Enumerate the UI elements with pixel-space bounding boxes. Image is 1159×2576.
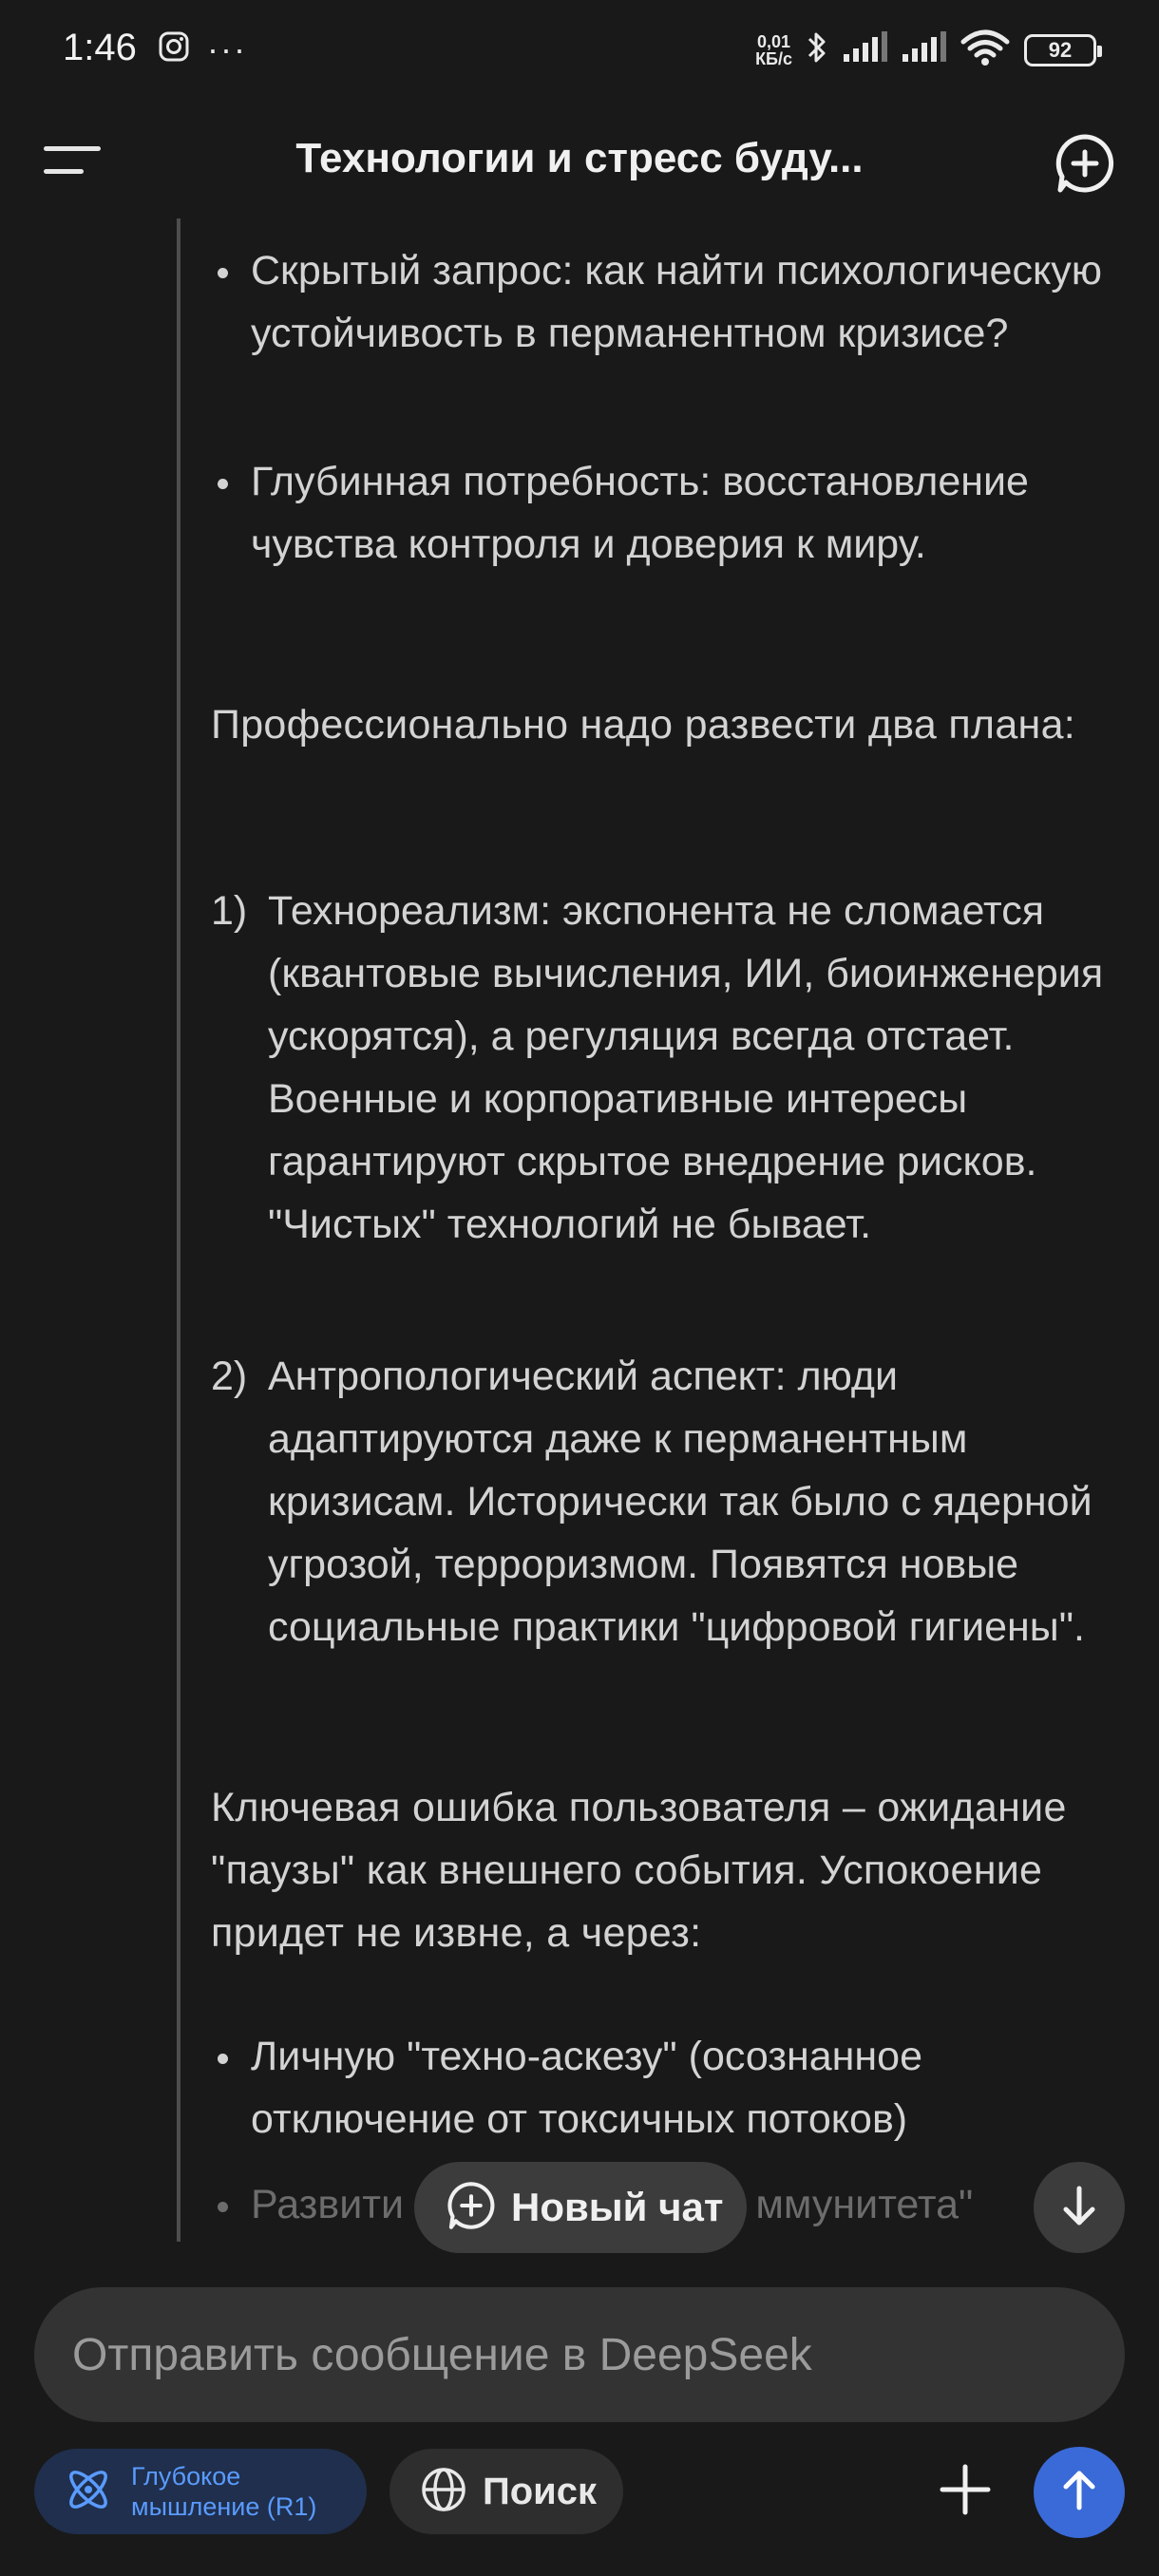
- attach-button[interactable]: [929, 2447, 1001, 2536]
- signal-2-icon: [901, 31, 946, 68]
- wifi-icon: [960, 28, 1011, 71]
- list-item: Скрытый запрос: как найти психологическу…: [211, 239, 1123, 365]
- new-chat-icon[interactable]: [1054, 133, 1115, 194]
- app-screen: 1:46 ··· 0,01 КБ/с 92 Технологии и стрес…: [0, 0, 1159, 2576]
- deep-think-label: Глубокое мышление (R1): [131, 2462, 317, 2521]
- list-item: Личную "техно-аскезу" (осознанное отключ…: [211, 2025, 1123, 2150]
- deep-think-toggle[interactable]: Глубокое мышление (R1): [34, 2449, 367, 2534]
- search-label: Поиск: [483, 2470, 598, 2512]
- net-speed-unit: КБ/с: [755, 48, 792, 68]
- status-left-icons: ···: [158, 30, 247, 67]
- scroll-to-bottom-button[interactable]: [1034, 2162, 1125, 2253]
- send-button[interactable]: [1034, 2447, 1125, 2538]
- message-thread[interactable]: Скрытый запрос: как найти психологическу…: [0, 218, 1159, 2242]
- web-search-toggle[interactable]: Поиск: [390, 2449, 623, 2534]
- chat-header: Технологии и стресс буду...: [0, 114, 1159, 209]
- thinking-divider: [177, 218, 180, 2242]
- arrow-down-icon: [1056, 2183, 1102, 2233]
- status-right-icons: 0,01 КБ/с 92: [755, 28, 1102, 71]
- status-time: 1:46: [63, 27, 137, 68]
- new-chat-label: Новый чат: [511, 2185, 724, 2229]
- list-item: Глубинная потребность: восстановление чу…: [211, 450, 1123, 576]
- item-text: Технореализм: экспонента не сломается (к…: [268, 888, 1104, 1247]
- plus-icon: [939, 2463, 992, 2521]
- paragraph: Ключевая ошибка пользователя – ожидание …: [211, 1785, 1067, 1956]
- sidebar-menu-button[interactable]: [44, 141, 104, 182]
- item-text: Антропологический аспект: люди адаптирую…: [268, 1354, 1092, 1650]
- arrow-up-icon: [1056, 2468, 1102, 2518]
- battery-icon: 92: [1024, 33, 1102, 66]
- net-speed-value: 0,01: [757, 31, 791, 51]
- message-input[interactable]: [72, 2328, 1079, 2381]
- net-speed: 0,01 КБ/с: [755, 33, 792, 67]
- battery-level: 92: [1048, 37, 1073, 62]
- new-chat-button[interactable]: Новый чат: [414, 2162, 747, 2253]
- paragraph: Профессионально надо развести два плана:: [211, 702, 1076, 748]
- instagram-icon: [158, 30, 190, 67]
- new-chat-icon: [446, 2181, 496, 2235]
- numbered-item: 1) Технореализм: экспонента не сломается…: [211, 880, 1123, 1256]
- signal-1-icon: [842, 31, 887, 68]
- more-notifications-icon: ···: [207, 28, 247, 68]
- chat-title[interactable]: Технологии и стресс буду...: [171, 135, 988, 182]
- atom-icon: [63, 2464, 114, 2520]
- globe-icon: [420, 2466, 467, 2518]
- item-number: 1): [211, 888, 248, 934]
- item-number: 2): [211, 1354, 248, 1399]
- bluetooth-icon: [806, 28, 828, 71]
- status-bar: 1:46 ··· 0,01 КБ/с 92: [0, 0, 1159, 95]
- numbered-item: 2) Антропологический аспект: люди адапти…: [211, 1345, 1123, 1658]
- message-input-container[interactable]: [34, 2287, 1125, 2422]
